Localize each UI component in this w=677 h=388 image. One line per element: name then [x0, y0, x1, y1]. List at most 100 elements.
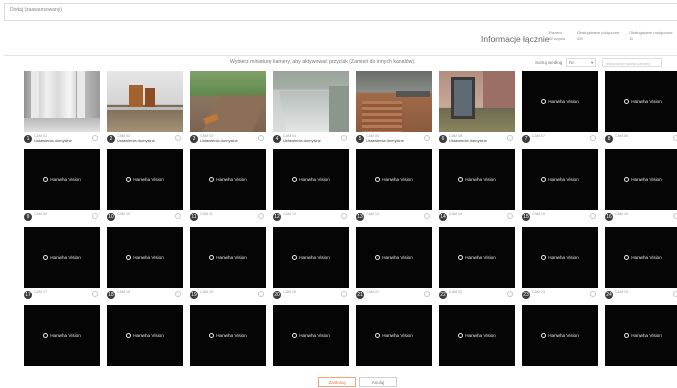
camera-tile[interactable]: Hanwha Vision 19 CAM 19 — [190, 227, 266, 301]
hanwha-logo: Hanwha Vision — [209, 333, 247, 338]
sort-controls: Sortuj według Nr. ▾ Wyszukaj nazwę kamer… — [535, 58, 663, 67]
camera-thumbnail-image — [356, 71, 432, 132]
hanwha-logo: Hanwha Vision — [43, 255, 81, 260]
info-icon[interactable] — [258, 291, 264, 297]
info-icon[interactable] — [673, 291, 677, 297]
logo-text: Hanwha Vision — [548, 99, 579, 104]
info-icon[interactable] — [590, 291, 596, 297]
logo-ring-icon — [209, 333, 215, 338]
info-icon[interactable] — [92, 213, 98, 219]
sort-select[interactable]: Nr. ▾ — [566, 58, 597, 67]
camera-tile[interactable]: Hanwha Vision 17 CAM 17 — [24, 227, 100, 301]
info-icon[interactable] — [92, 291, 98, 297]
camera-thumbnail-image — [273, 71, 349, 132]
camera-thumbnail-placeholder: Hanwha Vision — [439, 227, 515, 288]
info-icon[interactable] — [424, 135, 430, 141]
camera-name: CAM 10 — [117, 212, 130, 216]
info-icon[interactable] — [590, 135, 596, 141]
hanwha-logo: Hanwha Vision — [541, 177, 579, 182]
cancel-button[interactable]: Anuluj — [359, 377, 397, 387]
channel-badge: 10 — [107, 213, 115, 221]
camera-name: CAM 23 — [532, 290, 545, 294]
info-icon[interactable] — [673, 135, 677, 141]
camera-tile[interactable]: 4 CAM 04 Ustawienia domyślne — [273, 71, 349, 145]
info-icon[interactable] — [590, 213, 596, 219]
thumbnail-detail — [329, 86, 349, 132]
camera-tile[interactable]: Hanwha Vision 13 CAM 13 — [356, 149, 432, 223]
camera-tile[interactable]: Hanwha Vision 9 CAM 09 — [24, 149, 100, 223]
hanwha-logo: Hanwha Vision — [375, 333, 413, 338]
camera-tile[interactable]: 3 CAM 03 Ustawienia domyślne — [190, 71, 266, 145]
camera-tile[interactable]: Hanwha Vision — [24, 305, 100, 379]
thumbnail-detail — [76, 71, 85, 118]
logo-text: Hanwha Vision — [548, 255, 579, 260]
info-icon[interactable] — [507, 135, 513, 141]
camera-thumbnail-image — [190, 71, 266, 132]
camera-tile[interactable]: 6 CAM 06 Ustawienia domyślne — [439, 71, 515, 145]
channel-badge: 8 — [605, 135, 613, 143]
camera-tile[interactable]: Hanwha Vision 8 CAM 08 — [605, 71, 677, 145]
camera-tile[interactable]: Hanwha Vision — [522, 305, 598, 379]
channel-badge: 1 — [24, 135, 32, 143]
info-icon[interactable] — [258, 135, 264, 141]
info-icon[interactable] — [507, 291, 513, 297]
channel-badge: 21 — [356, 291, 364, 299]
camera-tile[interactable]: Hanwha Vision 10 CAM 10 — [107, 149, 183, 223]
logo-ring-icon — [126, 177, 132, 182]
camera-tile[interactable]: Hanwha Vision 11 CAM 11 — [190, 149, 266, 223]
info-icon[interactable] — [507, 213, 513, 219]
camera-tile[interactable]: Hanwha Vision 12 CAM 12 — [273, 149, 349, 223]
camera-tile[interactable]: Hanwha Vision 16 CAM 16 — [605, 149, 677, 223]
camera-search-input[interactable]: Wyszukaj nazwę kamery — [602, 58, 663, 67]
hanwha-logo: Hanwha Vision — [458, 177, 496, 182]
camera-tile[interactable]: Hanwha Vision — [107, 305, 183, 379]
hanwha-logo: Hanwha Vision — [541, 255, 579, 260]
camera-tile[interactable]: 5 CAM 05 Ustawienia domyślne — [356, 71, 432, 145]
camera-tile[interactable]: Hanwha Vision 22 CAM 22 — [439, 227, 515, 301]
camera-thumbnail-placeholder: Hanwha Vision — [356, 149, 432, 210]
camera-status: Ustawienia domyślne — [283, 138, 321, 143]
info-icon[interactable] — [175, 213, 181, 219]
camera-tile[interactable]: Hanwha Vision 21 CAM 21 — [356, 227, 432, 301]
camera-tile[interactable]: 1 CAM 01 Ustawienia domyślne — [24, 71, 100, 145]
camera-thumbnail-placeholder: Hanwha Vision — [522, 71, 598, 132]
camera-tile[interactable]: Hanwha Vision — [439, 305, 515, 379]
info-icon[interactable] — [424, 213, 430, 219]
camera-caption: 11 CAM 11 — [190, 211, 266, 223]
camera-name: CAM 18 — [117, 290, 130, 294]
camera-tile[interactable]: Hanwha Vision 24 CAM 24 — [605, 227, 677, 301]
camera-tile[interactable]: Hanwha Vision — [273, 305, 349, 379]
info-icon[interactable] — [341, 135, 347, 141]
info-icon[interactable] — [92, 135, 98, 141]
info-icon[interactable] — [175, 135, 181, 141]
sort-label: Sortuj według — [535, 60, 563, 65]
info-icon[interactable] — [258, 213, 264, 219]
channel-badge: 12 — [273, 213, 281, 221]
logo-text: Hanwha Vision — [133, 255, 164, 260]
camera-caption: 10 CAM 10 — [107, 211, 183, 223]
camera-tile[interactable]: Hanwha Vision 23 CAM 23 — [522, 227, 598, 301]
camera-tile[interactable]: Hanwha Vision 20 CAM 20 — [273, 227, 349, 301]
camera-tile[interactable]: Hanwha Vision — [605, 305, 677, 379]
camera-tile[interactable]: Hanwha Vision 15 CAM 15 — [522, 149, 598, 223]
camera-tile[interactable]: 2 CAM 02 Ustawienia domyślne — [107, 71, 183, 145]
info-icon[interactable] — [175, 291, 181, 297]
info-icon[interactable] — [424, 291, 430, 297]
camera-tile[interactable]: Hanwha Vision — [356, 305, 432, 379]
channel-badge: 24 — [605, 291, 613, 299]
apply-button[interactable]: Zastosuj — [318, 377, 356, 387]
logo-ring-icon — [458, 333, 464, 338]
hanwha-logo: Hanwha Vision — [541, 333, 579, 338]
info-icon[interactable] — [341, 291, 347, 297]
logo-ring-icon — [126, 255, 132, 260]
camera-tile[interactable]: Hanwha Vision 7 CAM 07 — [522, 71, 598, 145]
logo-text: Hanwha Vision — [465, 177, 496, 182]
camera-tile[interactable]: Hanwha Vision — [190, 305, 266, 379]
info-icon[interactable] — [341, 213, 347, 219]
camera-tile[interactable]: Hanwha Vision 18 CAM 18 — [107, 227, 183, 301]
info-icon[interactable] — [673, 213, 677, 219]
camera-tile[interactable]: Hanwha Vision 14 CAM 14 — [439, 149, 515, 223]
channel-badge: 6 — [439, 135, 447, 143]
camera-caption: 6 CAM 06 Ustawienia domyślne — [439, 133, 515, 145]
camera-caption: 2 CAM 02 Ustawienia domyślne — [107, 133, 183, 145]
